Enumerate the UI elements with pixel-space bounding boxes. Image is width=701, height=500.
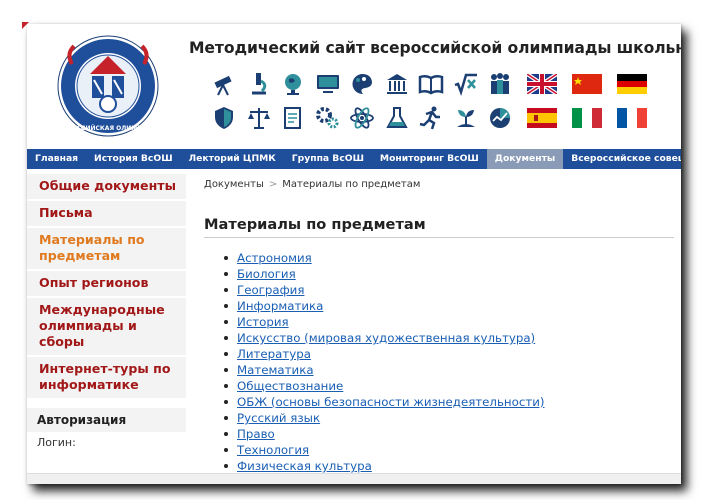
sidebar-item-international-olympiads[interactable]: Международные олимпиады и сборы — [27, 298, 186, 357]
flag-china-icon[interactable] — [566, 67, 608, 101]
subject-link-safety[interactable]: ОБЖ (основы безопасности жизнедеятельнос… — [237, 395, 544, 409]
login-label: Логин: — [27, 432, 186, 454]
breadcrumb-root-link[interactable]: Документы — [204, 179, 264, 190]
subject-icon-grid — [207, 67, 667, 135]
nav-item-lectures[interactable]: Лекторий ЦПМК — [181, 149, 284, 169]
list-item: Математика — [224, 362, 674, 378]
sidebar-item-regional-experience[interactable]: Опыт регионов — [27, 271, 186, 298]
page-title: Материалы по предметам — [204, 216, 674, 238]
list-item: География — [224, 282, 674, 298]
plant-icon[interactable] — [449, 101, 484, 135]
olympiad-logo[interactable]: ВСЕРОССИЙСКАЯ ОЛИМПИАДА — [56, 34, 160, 138]
subject-link-russian[interactable]: Русский язык — [237, 411, 320, 425]
runner-icon[interactable] — [414, 101, 449, 135]
subject-link-law[interactable]: Право — [237, 427, 275, 441]
nav-item-home[interactable]: Главная — [27, 149, 86, 169]
flag-uk-icon[interactable] — [521, 67, 563, 101]
nav-item-group[interactable]: Группа ВсОШ — [284, 149, 372, 169]
list-item: Физическая культура — [224, 458, 674, 474]
subject-link-geography[interactable]: География — [237, 283, 304, 297]
shield-icon[interactable] — [207, 101, 242, 135]
subject-link-technology[interactable]: Технология — [237, 443, 309, 457]
people-icon[interactable] — [483, 67, 518, 101]
icon-row-1 — [207, 67, 667, 101]
list-item: Искусство (мировая художественная культу… — [224, 330, 674, 346]
microscope-icon[interactable] — [242, 67, 277, 101]
sidebar-item-letters[interactable]: Письма — [27, 201, 186, 228]
main-nav: Главная История ВсОШ Лекторий ЦПМК Групп… — [27, 149, 681, 169]
atom-icon[interactable] — [345, 101, 380, 135]
subject-link-mathematics[interactable]: Математика — [237, 363, 314, 377]
breadcrumb-separator: > — [268, 179, 278, 190]
list-item: Литература — [224, 346, 674, 362]
site-header: ВСЕРОССИЙСКАЯ ОЛИМПИАДА Методический сай… — [27, 24, 681, 146]
nav-item-conference[interactable]: Всероссийское совещание — [563, 149, 681, 169]
flag-italy-icon[interactable] — [566, 101, 608, 135]
site-title: Методический сайт всероссийской олимпиад… — [189, 39, 681, 57]
main-content: Документы > Материалы по предметам Материа… — [204, 174, 674, 474]
subject-link-literature[interactable]: Литература — [237, 347, 311, 361]
list-item: ОБЖ (основы безопасности жизнедеятельнос… — [224, 394, 674, 410]
flag-france-icon[interactable] — [611, 101, 653, 135]
gears-icon[interactable] — [311, 101, 346, 135]
list-item: Русский язык — [224, 410, 674, 426]
computer-icon[interactable] — [311, 67, 346, 101]
economics-icon[interactable] — [483, 101, 518, 135]
document-icon[interactable] — [276, 101, 311, 135]
nav-item-monitoring[interactable]: Мониторинг ВсОШ — [372, 149, 487, 169]
sidebar: Общие документы Письма Материалы по пред… — [27, 174, 186, 454]
logo-caption: ВСЕРОССИЙСКАЯ ОЛИМПИАДА — [56, 124, 160, 132]
corner-marker-icon — [22, 22, 29, 29]
subject-link-social-studies[interactable]: Обществознание — [237, 379, 343, 393]
chemistry-icon[interactable] — [380, 101, 415, 135]
subject-link-art[interactable]: Искусство (мировая художественная культу… — [237, 331, 535, 345]
subject-link-biology[interactable]: Биология — [237, 267, 296, 281]
subject-link-astronomy[interactable]: Астрономия — [237, 251, 312, 265]
list-item: Обществознание — [224, 378, 674, 394]
subject-link-informatics[interactable]: Информатика — [237, 299, 323, 313]
telescope-icon[interactable] — [207, 67, 242, 101]
nav-item-documents[interactable]: Документы — [486, 149, 564, 169]
breadcrumb: Документы > Материалы по предметам — [204, 174, 674, 196]
sidebar-item-internet-tours[interactable]: Интернет-туры по информатике — [27, 357, 186, 400]
list-item: Технология — [224, 442, 674, 458]
page-frame: ВСЕРОССИЙСКАЯ ОЛИМПИАДА Методический сай… — [27, 24, 681, 484]
museum-icon[interactable] — [380, 67, 415, 101]
subject-list: Астрономия Биология География Информатик… — [224, 250, 674, 474]
math-icon[interactable] — [449, 67, 484, 101]
flag-germany-icon[interactable] — [611, 67, 653, 101]
flag-spain-icon[interactable] — [521, 101, 563, 135]
globe-icon[interactable] — [276, 67, 311, 101]
book-icon[interactable] — [414, 67, 449, 101]
list-item: Астрономия — [224, 250, 674, 266]
horizontal-scrollbar[interactable] — [27, 473, 681, 484]
icon-row-2 — [207, 101, 667, 135]
list-item: Право — [224, 426, 674, 442]
auth-heading: Авторизация — [27, 408, 186, 432]
breadcrumb-current: Материалы по предметам — [282, 179, 421, 190]
sidebar-item-general-documents[interactable]: Общие документы — [27, 174, 186, 201]
palette-icon[interactable] — [345, 67, 380, 101]
list-item: Биология — [224, 266, 674, 282]
scales-icon[interactable] — [242, 101, 277, 135]
sidebar-item-subject-materials[interactable]: Материалы по предметам — [27, 228, 186, 271]
subject-link-physical-education[interactable]: Физическая культура — [237, 459, 372, 473]
list-item: История — [224, 314, 674, 330]
subject-link-history[interactable]: История — [237, 315, 289, 329]
list-item: Информатика — [224, 298, 674, 314]
nav-item-history[interactable]: История ВсОШ — [86, 149, 181, 169]
